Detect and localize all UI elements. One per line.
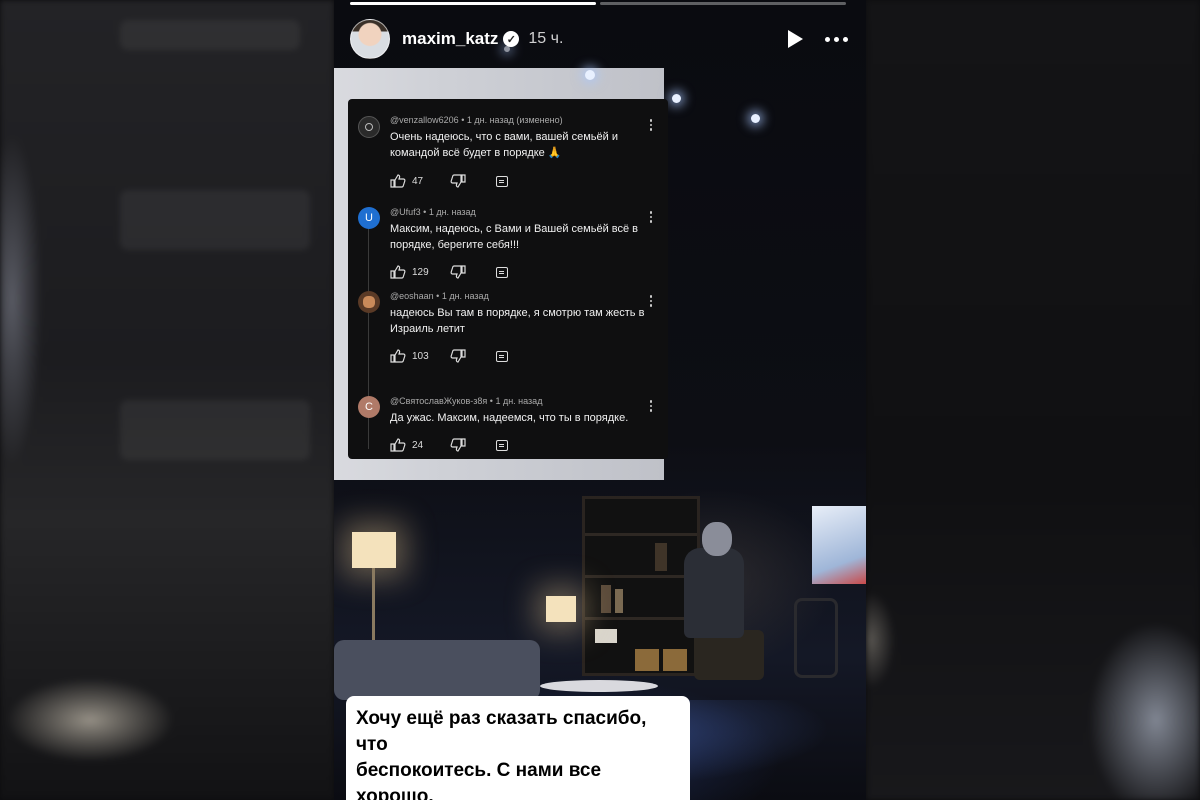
comment-meta: @Ufuf3 • 1 дн. назад bbox=[390, 207, 476, 217]
comment-actions: 129 bbox=[390, 265, 508, 279]
table-lamp bbox=[546, 596, 576, 622]
comment-time: 1 дн. назад bbox=[441, 291, 489, 301]
wall-poster bbox=[812, 506, 866, 584]
progress-segment bbox=[350, 2, 596, 5]
dislike-icon bbox=[450, 438, 466, 452]
like-icon bbox=[390, 174, 406, 188]
comment-author: @Ufuf3 bbox=[390, 207, 421, 217]
person bbox=[702, 522, 732, 556]
comment-actions: 47 bbox=[390, 174, 508, 188]
caption-line: Хочу ещё раз сказать спасибо, что bbox=[356, 708, 647, 755]
previous-story-preview[interactable] bbox=[0, 0, 334, 800]
reply-icon bbox=[496, 439, 508, 451]
comment-author: @eoshaan bbox=[390, 291, 434, 301]
comment-time: 1 дн. назад bbox=[428, 207, 476, 217]
reply-icon bbox=[496, 350, 508, 362]
blurred-text bbox=[120, 20, 300, 50]
stage-spotlight bbox=[585, 70, 595, 80]
story-header: maxim_katz ✓ 15 ч. bbox=[350, 18, 856, 60]
comment-meta: @venzallow6206 • 1 дн. назад (изменено) bbox=[390, 115, 563, 125]
avatar[interactable] bbox=[350, 19, 390, 59]
stage-spotlight bbox=[672, 94, 681, 103]
commenter-avatar: U bbox=[358, 207, 380, 229]
blurred-text bbox=[120, 400, 310, 460]
comment-time: 1 дн. назад bbox=[495, 396, 543, 406]
blurred-text bbox=[120, 190, 310, 250]
comments-screenshot: @venzallow6206 • 1 дн. назад (изменено) … bbox=[348, 99, 668, 459]
story-frame[interactable]: @venzallow6206 • 1 дн. назад (изменено) … bbox=[334, 0, 866, 800]
comment-meta: @eoshaan • 1 дн. назад bbox=[390, 291, 489, 301]
more-options-icon[interactable] bbox=[825, 36, 848, 42]
comment-author: @venzallow6206 bbox=[390, 115, 459, 125]
username[interactable]: maxim_katz bbox=[402, 29, 498, 49]
dislike-icon bbox=[450, 349, 466, 363]
post-time: 15 ч. bbox=[528, 30, 564, 47]
verified-badge-icon: ✓ bbox=[503, 31, 520, 47]
coffee-table bbox=[540, 680, 658, 692]
reply-icon bbox=[496, 266, 508, 278]
like-count: 129 bbox=[412, 266, 429, 278]
caption-line: беспокоитесь. С нами все хорошо. bbox=[356, 760, 602, 800]
comment-meta: @СвятославЖуков-з8я • 1 дн. назад bbox=[390, 396, 543, 406]
comment-author: @СвятославЖуков-з8я bbox=[390, 396, 488, 406]
story-caption: Хочу ещё раз сказать спасибо, что беспок… bbox=[346, 696, 690, 800]
commenter-avatar bbox=[358, 116, 380, 138]
comment-text: Очень надеюсь, что с вами, вашей семьёй … bbox=[390, 131, 618, 159]
like-count: 47 bbox=[412, 175, 424, 187]
dislike-icon bbox=[450, 174, 466, 188]
stories-viewer: @venzallow6206 • 1 дн. назад (изменено) … bbox=[0, 0, 1200, 800]
comment-more-icon bbox=[647, 211, 655, 223]
story-progress bbox=[350, 2, 846, 5]
comment-more-icon bbox=[647, 400, 655, 412]
comment-time: 1 дн. назад (изменено) bbox=[466, 115, 563, 125]
commenter-avatar bbox=[358, 291, 380, 313]
like-count: 24 bbox=[412, 439, 424, 451]
floor-lamp-pole bbox=[372, 568, 375, 648]
sofa bbox=[334, 640, 540, 700]
play-icon[interactable] bbox=[788, 30, 803, 48]
like-icon bbox=[390, 265, 406, 279]
comment-text: Максим, надеюсь, с Вами и Вашей семьёй в… bbox=[390, 223, 639, 251]
comment-more-icon bbox=[647, 119, 655, 131]
stage-spotlight bbox=[751, 114, 760, 123]
floor-lamp bbox=[352, 532, 396, 568]
commenter-avatar: С bbox=[358, 396, 380, 418]
comment-text: Да ужас. Максим, надеемся, что ты в поря… bbox=[390, 412, 629, 424]
next-story-preview[interactable] bbox=[866, 0, 1200, 800]
like-icon bbox=[390, 349, 406, 363]
office-chair bbox=[794, 598, 838, 678]
progress-segment bbox=[600, 2, 846, 5]
like-count: 103 bbox=[412, 350, 429, 362]
comment-text: надеюсь Вы там в порядке, я смотрю там ж… bbox=[390, 307, 645, 335]
comment-actions: 103 bbox=[390, 349, 508, 363]
reply-icon bbox=[496, 175, 508, 187]
like-icon bbox=[390, 438, 406, 452]
person bbox=[684, 548, 744, 638]
comment-more-icon bbox=[647, 295, 655, 307]
dislike-icon bbox=[450, 265, 466, 279]
comment-actions: 24 bbox=[390, 438, 508, 452]
bookshelf bbox=[582, 496, 700, 676]
